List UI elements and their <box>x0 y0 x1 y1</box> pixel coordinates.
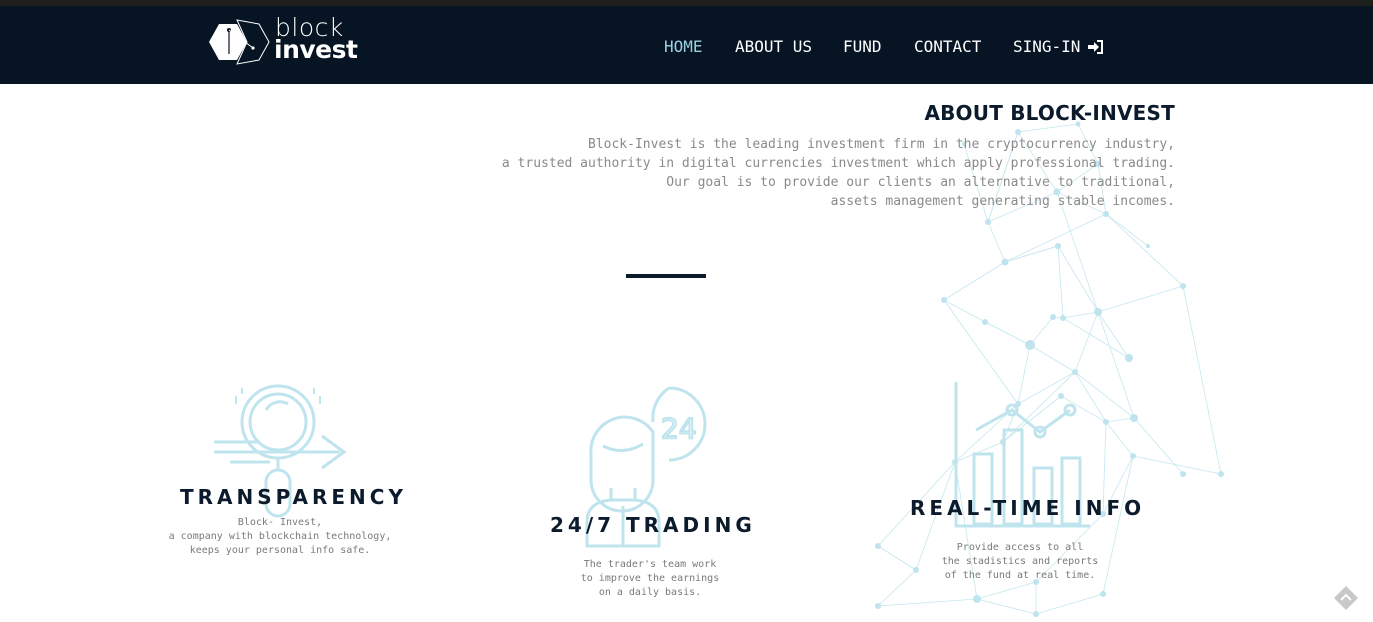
feature-title-trading: 24/7 TRADING <box>550 513 756 537</box>
scroll-top-icon[interactable] <box>1333 585 1359 611</box>
about-line: Block-Invest is the leading investment f… <box>588 137 1175 152</box>
nav-contact[interactable]: CONTACT <box>914 37 981 56</box>
nav-fund[interactable]: FUND <box>843 37 882 56</box>
feature-line: the stadistics and reports <box>941 556 1099 567</box>
nav-sign-in[interactable]: SING-IN <box>1013 37 1104 56</box>
about-title: ABOUT BLOCK-INVEST <box>924 101 1175 125</box>
about-line: a trusted authority in digital currencie… <box>501 156 1175 171</box>
about-line: assets management generating stable inco… <box>830 194 1175 209</box>
feature-line: to improve the earnings <box>580 573 720 584</box>
nav-home[interactable]: HOME <box>664 37 703 56</box>
feature-text-trading: The trader's team work to improve the ea… <box>500 558 800 600</box>
feature-line: keeps your personal info safe. <box>189 545 371 556</box>
nav-sign-in-label: SING-IN <box>1013 37 1081 56</box>
nav-about-us[interactable]: ABOUT US <box>735 37 812 56</box>
sign-in-icon <box>1088 40 1104 54</box>
about-description: Block-Invest is the leading investment f… <box>475 135 1175 211</box>
feature-line: of the fund at real time. <box>944 570 1096 581</box>
section-divider <box>626 274 706 278</box>
hexagon-logo-icon <box>209 19 270 65</box>
about-line: Our goal is to provide our clients an al… <box>666 175 1175 190</box>
feature-title-transparency: TRANSPARENCY <box>180 485 407 509</box>
feature-line: a company with blockchain technology, <box>168 531 392 542</box>
feature-line: Provide access to all <box>956 542 1084 553</box>
svg-text:24: 24 <box>661 412 697 445</box>
logo[interactable]: block invest <box>207 13 367 70</box>
feature-text-realtime: Provide access to all the stadistics and… <box>870 541 1170 583</box>
feature-text-transparency: Block- Invest, a company with blockchain… <box>130 516 430 558</box>
feature-line: Block- Invest, <box>237 517 323 528</box>
logo-text-invest: invest <box>274 35 358 64</box>
feature-title-realtime: REAL-TIME INFO <box>910 496 1146 520</box>
feature-line: The trader's team work <box>583 559 717 570</box>
feature-line: on a daily basis. <box>598 587 702 598</box>
